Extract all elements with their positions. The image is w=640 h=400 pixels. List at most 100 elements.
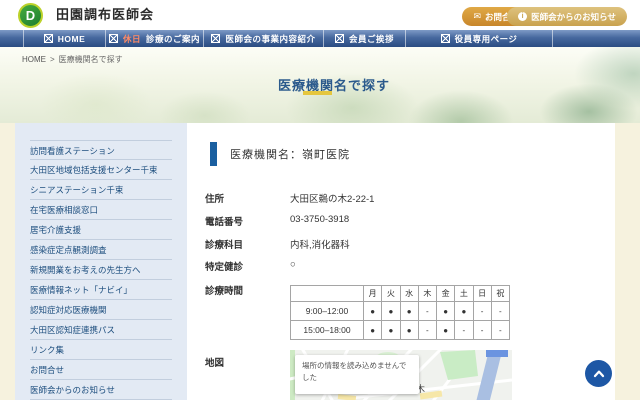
page: D 田園調布医師会 ✉ お問合せ i 医師会からのお知らせ HOME 休日 診療… [0,0,640,400]
content-area: 訪問看護ステーション 大田区地域包括支援センター千束 シニアステーション千束 在… [15,123,615,400]
sidebar-item-medical-net[interactable]: 医療情報ネット「ナビイ」 [30,280,172,300]
clinic-name-heading: 医療機関名：嶺町医院 [230,146,350,162]
time-range: 9:00–12:00 [291,302,364,321]
site-title: 田園調布医師会 [56,0,154,30]
hours-mark: ● [400,302,418,321]
nav-label-emphasis: 休日 [123,33,141,45]
hours-mark: - [473,302,491,321]
day-header: 火 [382,286,400,302]
field-label: 診療科目 [205,237,290,251]
hours-mark: ● [455,302,473,321]
news-button-label: 医師会からのお知らせ [531,11,616,23]
scroll-to-top-button[interactable] [585,360,612,387]
sidebar-item-contact[interactable]: お問合せ [30,360,172,380]
field-label: 電話番号 [205,214,290,228]
nav-item-activities[interactable]: 医師会の事業内容紹介 [203,30,323,47]
field-row-address: 住所 大田区鵜の木2-22-1 [205,191,605,205]
field-label: 地図 [205,355,290,369]
hours-header-blank [291,286,364,302]
sidebar-item-dementia-clinics[interactable]: 認知症対応医療機関 [30,300,172,320]
nav-item-members-page[interactable]: 役員専用ページ [405,30,553,47]
day-header: 土 [455,286,473,302]
hours-mark: - [455,321,473,340]
sidebar-item-support-center[interactable]: 大田区地域包括支援センター千束 [30,160,172,180]
field-value: ○ [290,259,296,273]
field-row-checkup: 特定健診 ○ [205,259,605,273]
hours-row-morning: 9:00–12:00 ● ● ● - ● ● - - [291,302,510,321]
nav-label: 役員専用ページ [455,33,518,45]
map-widget[interactable]: 木 場所の情報を読み込めませんでした [290,350,512,400]
hours-mark: - [418,321,436,340]
hours-mark: ● [437,302,455,321]
map-error-popup: 場所の情報を読み込めませんでした [295,355,419,394]
breadcrumb: HOME > 医療機関名で探す [22,54,123,65]
broken-image-icon [441,34,450,43]
news-button[interactable]: i 医師会からのお知らせ [507,7,627,26]
breadcrumb-home-link[interactable]: HOME [22,55,46,64]
nav-label: 診療のご案内 [146,33,200,45]
main-nav: HOME 休日 診療のご案内 医師会の事業内容紹介 会員ご挨拶 役員専用ページ [0,30,640,47]
hours-mark: - [491,321,509,340]
nav-label: HOME [58,34,86,44]
broken-image-icon [44,34,53,43]
day-header: 月 [364,286,382,302]
sidebar-item-senior-station[interactable]: シニアステーション千束 [30,180,172,200]
site-logo[interactable]: D [18,3,43,28]
field-row-departments: 診療科目 内科,消化器科 [205,237,605,251]
hours-mark: ● [437,321,455,340]
office-hours-table: 月 火 水 木 金 土 日 祝 9:00–12:00 ● ● ● - ● ● [290,285,510,340]
sidebar-item-new-practice[interactable]: 新規開業をお考えの先生方へ [30,260,172,280]
hours-mark: ● [400,321,418,340]
nav-item-holiday-clinic[interactable]: 休日 診療のご案内 [105,30,203,47]
nav-item-home[interactable]: HOME [23,30,105,47]
nav-label: 医師会の事業内容紹介 [225,33,315,45]
breadcrumb-current: 医療機関名で探す [59,55,123,64]
map-error-text: 場所の情報を読み込めませんでした [302,361,406,382]
sidebar-item-news[interactable]: 医師会からのお知らせ [30,380,172,400]
hours-mark: ● [364,321,382,340]
sidebar-item-home-care-desk[interactable]: 在宅医療相談窓口 [30,200,172,220]
main-panel: 医療機関名：嶺町医院 住所 大田区鵜の木2-22-1 電話番号 03-3750-… [195,123,615,400]
hero-banner: HOME > 医療機関名で探す 医療機関名で探す [0,47,640,123]
page-title: 医療機関名で探す [278,75,390,94]
hours-mark: ● [364,302,382,321]
field-value: 内科,消化器科 [290,237,350,251]
field-label: 特定健診 [205,259,290,273]
hours-row-afternoon: 15:00–18:00 ● ● ● - ● - - - [291,321,510,340]
hours-mark: ● [382,321,400,340]
chevron-up-icon [591,366,607,382]
broken-image-icon [211,34,220,43]
day-header: 木 [418,286,436,302]
hours-mark: ● [382,302,400,321]
day-header: 金 [437,286,455,302]
day-header: 水 [400,286,418,302]
title-underline [303,91,332,95]
nav-label: 会員ご挨拶 [349,33,394,45]
hours-header-row: 月 火 水 木 金 土 日 祝 [291,286,510,302]
sidebar: 訪問看護ステーション 大田区地域包括支援センター千束 シニアステーション千束 在… [15,123,187,400]
field-value: 03-3750-3918 [290,214,349,228]
site-header: D 田園調布医師会 ✉ お問合せ i 医師会からのお知らせ [0,0,640,30]
day-header: 祝 [491,286,509,302]
field-row-phone: 電話番号 03-3750-3918 [205,214,605,228]
mail-icon: ✉ [473,12,481,21]
nav-item-greeting[interactable]: 会員ご挨拶 [323,30,405,47]
nav-spacer [0,30,23,47]
sidebar-item-visiting-nurse[interactable]: 訪問看護ステーション [30,140,172,160]
sidebar-item-infection-survey[interactable]: 感染症定点観測調査 [30,240,172,260]
hours-mark: - [473,321,491,340]
breadcrumb-separator: > [50,55,55,64]
sidebar-item-home-nursing[interactable]: 居宅介護支援 [30,220,172,240]
clinic-title-block: 医療機関名：嶺町医院 [210,142,350,166]
info-icon: i [518,12,527,21]
day-header: 日 [473,286,491,302]
field-label: 住所 [205,191,290,205]
title-accent-bar [210,142,217,166]
sidebar-item-links[interactable]: リンク集 [30,340,172,360]
broken-image-icon [109,34,118,43]
broken-image-icon [335,34,344,43]
sidebar-item-dementia-path[interactable]: 大田区認知症連携パス [30,320,172,340]
field-value: 大田区鵜の木2-22-1 [290,191,374,205]
time-range: 15:00–18:00 [291,321,364,340]
hours-mark: - [418,302,436,321]
